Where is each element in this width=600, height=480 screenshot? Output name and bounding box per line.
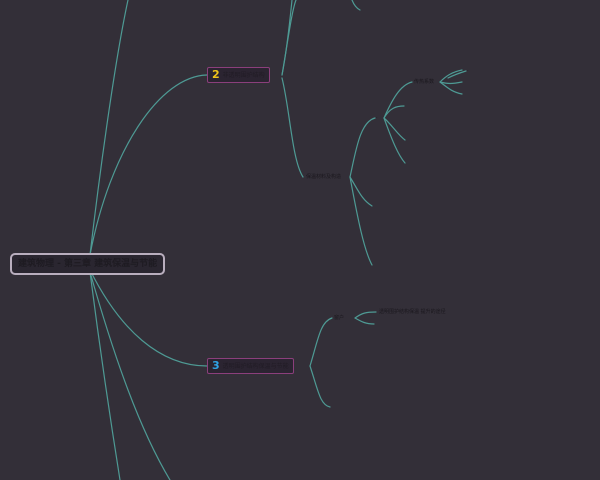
leaf-node[interactable]: · bbox=[376, 114, 378, 122]
connector-root-bottom1 bbox=[89, 271, 121, 480]
leaf-node[interactable]: 保温材料及构造 bbox=[306, 173, 341, 181]
branch-number-3: 3 bbox=[212, 359, 220, 372]
leaf-node[interactable]: 窗户 bbox=[334, 314, 344, 322]
branch-node-2[interactable]: 2 非透明围护结构 bbox=[207, 67, 270, 83]
connector-d2 bbox=[383, 117, 406, 141]
leaf-node[interactable]: · bbox=[467, 67, 469, 75]
root-node[interactable]: 建筑物理 - 第三章 建筑保温与节能 bbox=[10, 253, 166, 275]
connector-c1 bbox=[349, 117, 376, 178]
leaf-node[interactable]: 透明围护结构保温 提升的途径 bbox=[379, 308, 446, 316]
connector-b3-f1 bbox=[354, 311, 377, 319]
leaf-node[interactable]: 传热系数 bbox=[414, 78, 434, 86]
branch-number-2: 2 bbox=[212, 68, 220, 81]
connector-b2-up2 bbox=[281, 0, 297, 76]
connector-lines bbox=[89, 0, 467, 480]
connector-root-b3 bbox=[89, 269, 208, 367]
connector-root-b2 bbox=[89, 74, 208, 256]
connector-b3-c2 bbox=[309, 365, 331, 408]
connector-root-bottom2 bbox=[89, 271, 171, 480]
branch-node-3[interactable]: 3 透明围护结构保温与节能 bbox=[207, 358, 294, 374]
connector-b3-c1 bbox=[309, 317, 333, 367]
root-node-label: 建筑物理 - 第三章 建筑保温与节能 bbox=[18, 259, 158, 269]
branch-label-2: 非透明围护结构 bbox=[222, 72, 265, 79]
branch-label-3: 透明围护结构保温与节能 bbox=[222, 363, 289, 370]
connector-b3-f2 bbox=[354, 317, 375, 325]
connector-top-fragment bbox=[351, 0, 361, 11]
connector-b2-child bbox=[281, 77, 304, 178]
connector-c3 bbox=[349, 176, 373, 266]
connector-root-top bbox=[89, 0, 129, 256]
connector-e2 bbox=[439, 81, 463, 85]
connector-d3 bbox=[383, 117, 406, 164]
